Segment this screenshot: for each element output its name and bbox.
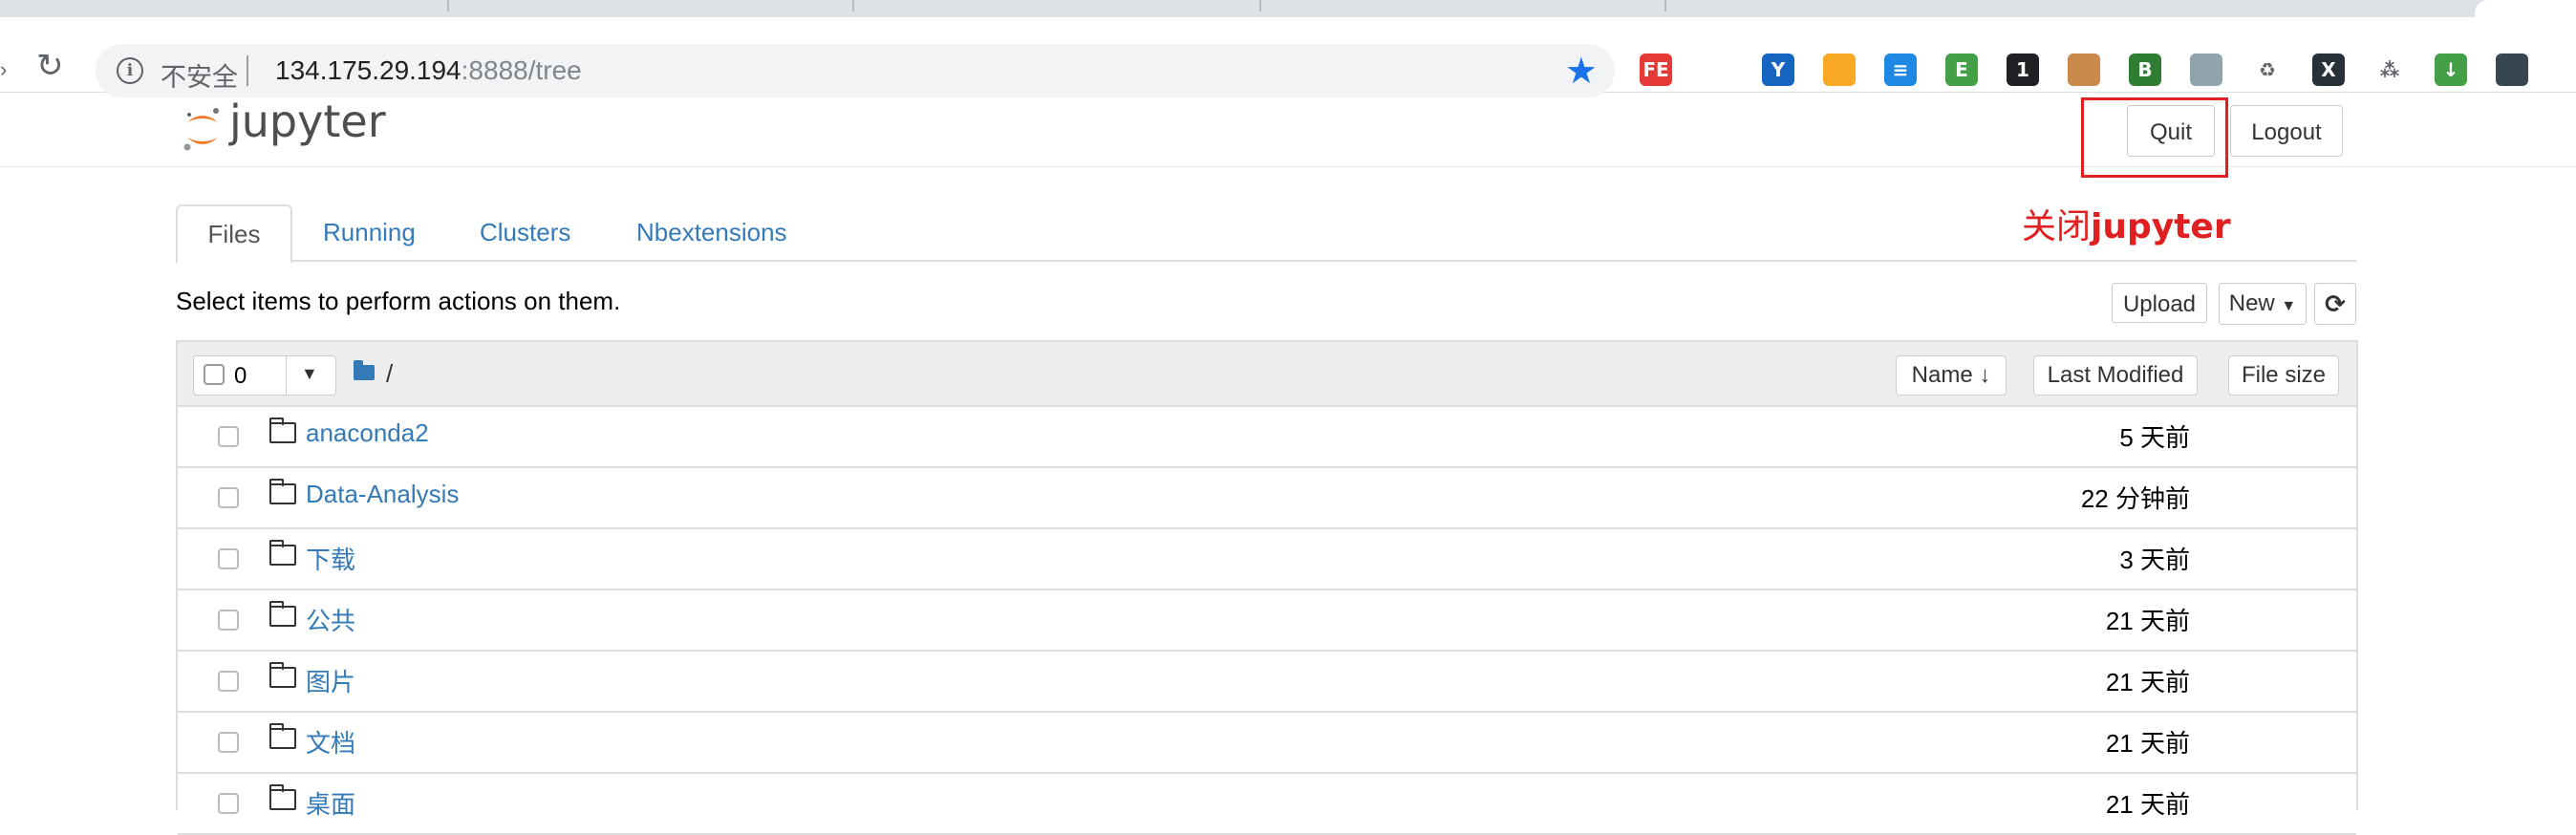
tab-running[interactable]: Running	[323, 204, 416, 260]
cookie-icon[interactable]	[2068, 54, 2100, 86]
tab-separator	[447, 0, 449, 11]
evernote-icon[interactable]: E	[1945, 54, 1978, 86]
profile-avatar-icon[interactable]	[2496, 54, 2528, 86]
stack-icon[interactable]: ≡	[1884, 54, 1917, 86]
breadcrumb-path[interactable]: /	[386, 359, 393, 389]
modified-time: 5 天前	[2119, 423, 2190, 452]
selected-count: 0	[234, 363, 247, 389]
url-text[interactable]: 134.175.29.194:8888/tree	[275, 55, 582, 86]
url-path: :8888/tree	[461, 55, 582, 85]
folder-icon	[269, 723, 296, 749]
folder-icon	[269, 784, 296, 810]
address-bar[interactable]: i 不安全 134.175.29.194:8888/tree ★	[96, 44, 1615, 97]
browser-tab-strip	[0, 0, 2576, 17]
tab-separator	[1664, 0, 1666, 11]
col-name-label: Name	[1911, 362, 1973, 388]
file-list: 0 ▼ / Name ↓ Last Modified File size ana…	[176, 340, 2358, 835]
x-ext-icon[interactable]: X	[2312, 54, 2345, 86]
tab-clusters[interactable]: Clusters	[480, 204, 570, 260]
folder-icon	[269, 418, 296, 443]
folder-link[interactable]: 公共	[306, 602, 355, 637]
folder-link[interactable]: 下载	[306, 541, 355, 576]
sort-modified-button[interactable]: Last Modified	[2033, 355, 2198, 396]
folder-link[interactable]: 文档	[306, 724, 355, 760]
table-row[interactable]: 公共 21 天前	[178, 589, 2356, 652]
folder-icon	[269, 662, 296, 688]
sort-size-button[interactable]: File size	[2228, 355, 2339, 396]
fe-helper-icon[interactable]: FE	[1640, 54, 1672, 86]
select-hint-text: Select items to perform actions on them.	[176, 287, 621, 315]
sort-name-button[interactable]: Name ↓	[1896, 355, 2007, 396]
modified-time: 21 天前	[2105, 668, 2190, 696]
jupyter-logo-text[interactable]: jupyter	[229, 96, 386, 147]
folder-link[interactable]: 图片	[306, 663, 355, 698]
vue-devtools-icon[interactable]: Y	[1762, 54, 1794, 86]
browser-toolbar: › ↻ i 不安全 134.175.29.194:8888/tree ★ FE Y…	[0, 17, 2576, 97]
quit-highlight-box	[2081, 97, 2228, 178]
row-checkbox[interactable]	[218, 610, 239, 631]
logout-button[interactable]: Logout	[2230, 105, 2343, 157]
refresh-icon[interactable]: ⟳	[2314, 283, 2356, 325]
folder-icon	[269, 601, 296, 627]
folder-icon	[269, 540, 296, 566]
arrow-down-icon: ↓	[1979, 362, 1991, 388]
row-checkbox[interactable]	[218, 548, 239, 569]
folder-link[interactable]: 桌面	[306, 785, 355, 821]
bookmark-outline-icon[interactable]	[1701, 54, 1733, 86]
tab-bar: Files Running Clusters Nbextensions	[176, 204, 2356, 264]
forward-icon[interactable]: ›	[0, 57, 7, 82]
modified-time: 3 天前	[2119, 546, 2190, 574]
row-checkbox[interactable]	[218, 671, 239, 692]
modified-time: 21 天前	[2105, 790, 2190, 819]
row-checkbox[interactable]	[218, 732, 239, 753]
new-dropdown-button[interactable]: New ▼	[2219, 283, 2307, 325]
browser-tab[interactable]	[2475, 0, 2576, 17]
bookmark-star-icon[interactable]: ★	[1565, 50, 1598, 93]
table-row[interactable]: anaconda2 5 天前	[178, 405, 2356, 468]
jupyter-logo-icon[interactable]	[182, 101, 224, 159]
table-row[interactable]: 文档 21 天前	[178, 711, 2356, 774]
folder-icon	[269, 479, 296, 504]
select-divider	[286, 356, 287, 395]
info-icon[interactable]: i	[117, 57, 143, 84]
folder-link[interactable]: Data-Analysis	[306, 480, 459, 509]
download-ext-icon[interactable]: ↓	[2435, 54, 2467, 86]
select-all-checkbox[interactable]	[204, 364, 225, 385]
circle-ext-icon[interactable]	[2190, 54, 2222, 86]
folder-link[interactable]: anaconda2	[306, 418, 429, 448]
tab-separator	[1259, 0, 1261, 11]
row-checkbox[interactable]	[218, 426, 239, 447]
upload-button[interactable]: Upload	[2112, 283, 2207, 323]
tab-separator	[852, 0, 854, 11]
tab-files[interactable]: Files	[176, 204, 292, 264]
table-row[interactable]: 桌面 21 天前	[178, 772, 2356, 835]
caret-down-icon: ▼	[2281, 298, 2297, 314]
caret-down-icon[interactable]: ▼	[301, 364, 318, 384]
table-row[interactable]: 下载 3 天前	[178, 527, 2356, 590]
popcorn-icon[interactable]	[1823, 54, 1856, 86]
url-host: 134.175.29.194	[275, 55, 462, 85]
new-label: New	[2228, 290, 2275, 316]
table-row[interactable]: 图片 21 天前	[178, 650, 2356, 713]
notification-icon[interactable]: 1	[2007, 54, 2039, 86]
modified-time: 22 分钟前	[2080, 484, 2190, 513]
tab-nbextensions[interactable]: Nbextensions	[636, 204, 787, 260]
recycle-icon[interactable]: ♻	[2251, 54, 2284, 86]
select-all-group[interactable]: 0 ▼	[193, 355, 336, 396]
modified-time: 21 天前	[2105, 607, 2190, 635]
tree-ext-icon[interactable]: ⁂	[2373, 54, 2406, 86]
omnibox-divider	[247, 55, 248, 86]
reload-icon[interactable]: ↻	[36, 50, 64, 82]
folder-icon[interactable]	[354, 360, 375, 380]
security-label: 不安全	[161, 63, 238, 92]
table-row[interactable]: Data-Analysis 22 分钟前	[178, 466, 2356, 529]
list-header: 0 ▼ / Name ↓ Last Modified File size	[178, 342, 2356, 407]
row-checkbox[interactable]	[218, 487, 239, 508]
row-checkbox[interactable]	[218, 793, 239, 814]
green-b-icon[interactable]: B	[2129, 54, 2161, 86]
modified-time: 21 天前	[2105, 729, 2190, 758]
